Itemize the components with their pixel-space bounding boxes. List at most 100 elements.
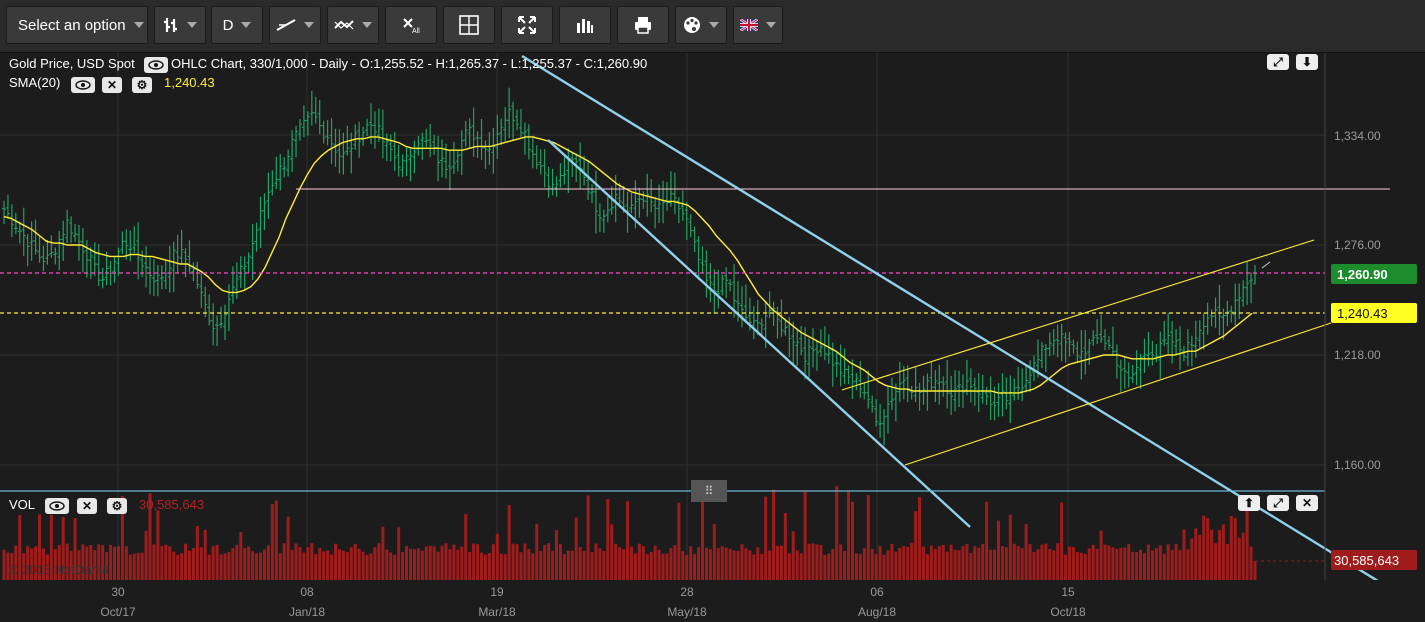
drag-handle-icon: ⠿ [704, 484, 714, 498]
volume-bar [649, 551, 653, 580]
volume-bar [495, 533, 499, 580]
volume-bar [1182, 529, 1186, 580]
volume-bar [831, 548, 835, 580]
volume-bar [1221, 524, 1225, 580]
volume-bar [665, 553, 669, 580]
volume-bar [922, 546, 926, 580]
volume-bar [949, 544, 953, 580]
volume-bar [361, 551, 365, 580]
volume-bar [653, 545, 657, 580]
volume-bar [1194, 528, 1198, 580]
price-tick-1276: 1,276.00 [1334, 238, 1381, 252]
volume-bar [775, 545, 779, 580]
volume-bar [973, 546, 977, 580]
move-down-button[interactable]: ⬇ [1296, 54, 1318, 70]
volume-bar [1119, 547, 1123, 580]
volume-bar [558, 544, 562, 580]
volume-bar [590, 552, 594, 580]
volume-bar [124, 546, 128, 580]
volume-bar [424, 546, 428, 580]
volume-close-button[interactable]: ✕ [1296, 495, 1318, 511]
volume-bar [918, 496, 922, 580]
volume-bar [1016, 545, 1020, 580]
volume-bar [389, 552, 393, 580]
volume-bar [996, 520, 1000, 580]
volume-move-up-button[interactable]: ⬆ [1238, 495, 1260, 511]
volume-bar [1056, 543, 1060, 580]
volume-bar [1237, 537, 1241, 580]
arrow-down-icon: ⬇ [1301, 55, 1313, 69]
volume-bar [708, 549, 712, 580]
volume-bar [369, 553, 373, 580]
volume-bar [401, 552, 405, 580]
volume-bar [531, 553, 535, 580]
volume-bar [128, 554, 132, 580]
volume-bar [187, 550, 191, 580]
volume-bar [606, 499, 610, 580]
volume-bar [1127, 543, 1131, 580]
volume-bar [977, 547, 981, 580]
volume-bar [1008, 514, 1012, 580]
volume-bar [768, 550, 772, 580]
volume-bar [783, 513, 787, 580]
volume-bar [515, 544, 519, 580]
volume-bar [685, 554, 689, 580]
volume-bar [1166, 544, 1170, 580]
volume-bar [1048, 549, 1052, 580]
x-month-label: Oct/17 [100, 605, 136, 619]
volume-bar [191, 548, 195, 580]
sma-remove-button[interactable]: ✕ [102, 77, 122, 93]
volume-bar [452, 544, 456, 580]
volume-bar [1206, 518, 1210, 580]
x-month-label: Jan/18 [289, 605, 325, 619]
eye-icon [75, 80, 91, 90]
volume-bar [752, 554, 756, 580]
arrow-up-icon: ⬆ [1243, 496, 1255, 510]
volume-bar [405, 545, 409, 580]
sma-settings-button[interactable]: ⚙ [132, 77, 152, 93]
volume-bar [661, 553, 665, 580]
volume-bar [570, 550, 574, 580]
price-chart[interactable]: 1,334.00 1,276.00 1,218.00 1,160.00 1,26… [0, 0, 1425, 622]
sma-visibility-button[interactable] [71, 77, 95, 93]
volume-bar [1174, 543, 1178, 580]
x-month-label: May/18 [667, 605, 707, 619]
copyright: © 2018 NetDania [9, 562, 109, 577]
volume-bar [1202, 515, 1206, 580]
volume-bar [547, 543, 551, 580]
volume-bar [1241, 532, 1245, 580]
volume-bar [519, 552, 523, 580]
volume-bar [902, 546, 906, 580]
volume-bar [507, 504, 511, 580]
volume-bar [582, 550, 586, 580]
volume-bar [850, 501, 854, 580]
volume-bar [1154, 548, 1158, 580]
price-tick-1334: 1,334.00 [1334, 129, 1381, 143]
panel-resize-handle[interactable]: ⠿ [691, 480, 727, 502]
eye-icon [148, 60, 164, 70]
volume-bar [898, 547, 902, 580]
maximize-chart-button[interactable]: ⤢ [1267, 54, 1289, 70]
volume-bar [854, 553, 858, 580]
volume-visibility-button[interactable] [45, 498, 69, 514]
volume-bar [472, 543, 476, 580]
volume-bar [562, 554, 566, 580]
show-chart-button[interactable] [144, 57, 168, 73]
volume-settings-button[interactable]: ⚙ [107, 498, 127, 514]
volume-bar [460, 546, 464, 580]
volume-bar [969, 553, 973, 580]
volume-maximize-button[interactable]: ⤢ [1267, 495, 1289, 511]
volume-bar [1162, 553, 1166, 580]
volume-bar [1032, 552, 1036, 580]
volume-bar [886, 550, 890, 580]
volume-bar [290, 549, 294, 580]
volume-bar [941, 544, 945, 580]
volume-bar [1131, 551, 1135, 580]
volume-bar [112, 546, 116, 580]
volume-bar [412, 549, 416, 580]
volume-bar [764, 496, 768, 580]
volume-bar [1178, 550, 1182, 580]
volume-bar [657, 549, 661, 580]
volume-remove-button[interactable]: ✕ [77, 498, 97, 514]
volume-bar [791, 531, 795, 580]
